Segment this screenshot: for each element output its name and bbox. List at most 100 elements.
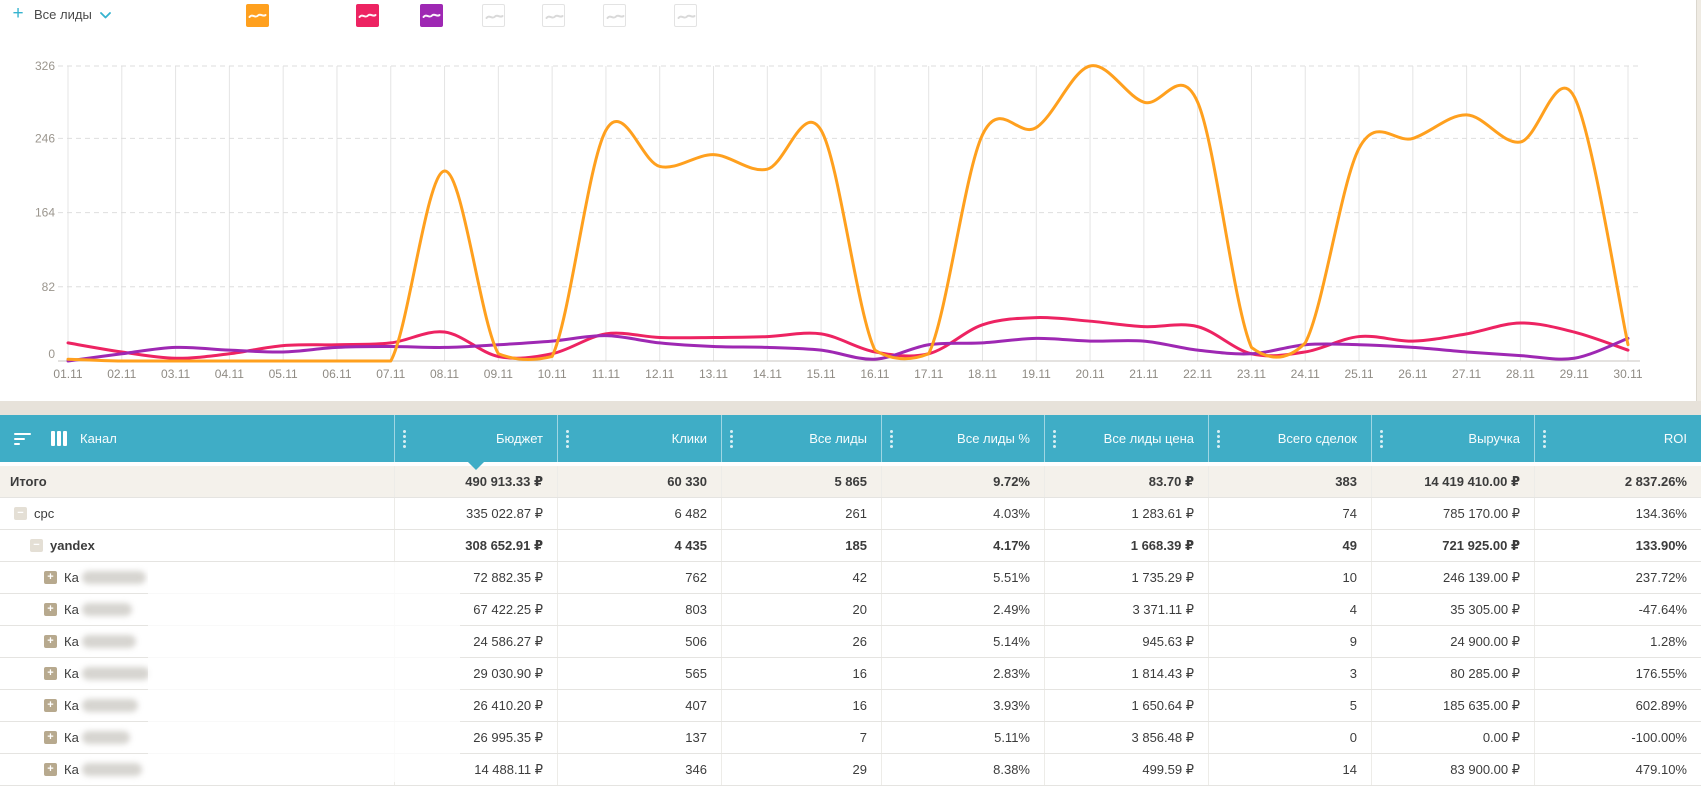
x-axis-label: 27.11 — [1452, 367, 1481, 381]
x-axis-label: 08.11 — [430, 367, 459, 381]
expand-row-icon[interactable]: + — [44, 731, 57, 744]
table-row[interactable]: +Ка67 422.25 ₽803202.49%3 371.11 ₽435 30… — [0, 594, 1701, 626]
table-header-row: Канал Бюджет Клики Все лидыВсе лиды %Все ли… — [0, 415, 1701, 462]
cell-budget: 308 652.91 ₽ — [394, 530, 557, 561]
series-toggle-4[interactable] — [482, 4, 505, 27]
column-menu-icon[interactable] — [403, 430, 406, 448]
row-label: Ка — [64, 730, 79, 745]
table-row[interactable]: −cpc335 022.87 ₽6 4822614.03%1 283.61 ₽7… — [0, 498, 1701, 530]
column-menu-icon[interactable] — [730, 430, 733, 448]
x-axis-label: 29.11 — [1560, 367, 1589, 381]
column-header-vse-lidy-pct[interactable]: Все лиды % — [881, 415, 1044, 462]
table-row[interactable]: +Ка24 586.27 ₽506265.14%945.63 ₽924 900.… — [0, 626, 1701, 658]
table-row[interactable]: +Ка72 882.35 ₽762425.51%1 735.29 ₽10246 … — [0, 562, 1701, 594]
table-row[interactable]: +Ка29 030.90 ₽565162.83%1 814.43 ₽380 28… — [0, 658, 1701, 690]
series-toggle-6[interactable] — [603, 4, 626, 27]
series-toggle-7[interactable] — [674, 4, 697, 27]
table-row[interactable]: +Ка26 995.35 ₽13775.11%3 856.48 ₽00.00 ₽… — [0, 722, 1701, 754]
cell-vse-lidy-cena: 1 735.29 ₽ — [1044, 562, 1208, 593]
table-row[interactable]: +Ка26 410.20 ₽407163.93%1 650.64 ₽5185 6… — [0, 690, 1701, 722]
table-row[interactable]: Итого490 913.33 ₽60 3305 8659.72%83.70 ₽… — [0, 466, 1701, 498]
x-axis-label: 11.11 — [592, 367, 621, 381]
cell-kliki: 60 330 — [557, 466, 721, 497]
column-header-label: Канал — [80, 431, 117, 446]
pink-series-line — [68, 317, 1628, 358]
chart-scroll-strip[interactable] — [1696, 0, 1701, 401]
row-label: Ка — [64, 570, 79, 585]
cell-vse-lidy: 7 — [721, 722, 881, 753]
collapse-row-icon[interactable]: − — [30, 539, 43, 552]
column-header-vse-lidy-cena[interactable]: Все лиды цена — [1044, 415, 1208, 462]
redacted-name — [82, 763, 142, 776]
channel-cell: −yandex — [0, 530, 394, 561]
cell-vyruchka: 185 635.00 ₽ — [1371, 690, 1534, 721]
cell-roi: 479.10% — [1534, 754, 1701, 785]
y-axis-label: 246 — [35, 131, 55, 145]
column-header-kliki[interactable]: Клики — [557, 415, 721, 462]
cell-roi: 2 837.26% — [1534, 466, 1701, 497]
channel-cell: +Ка — [0, 690, 394, 721]
x-axis-label: 13.11 — [699, 367, 728, 381]
x-axis-label: 20.11 — [1075, 367, 1104, 381]
row-label: yandex — [50, 538, 95, 553]
x-axis-label: 24.11 — [1291, 367, 1320, 381]
column-menu-icon[interactable] — [890, 430, 893, 448]
column-header-roi[interactable]: ROI — [1534, 415, 1701, 462]
column-menu-icon[interactable] — [1217, 430, 1220, 448]
cell-kliki: 762 — [557, 562, 721, 593]
expand-row-icon[interactable]: + — [44, 667, 57, 680]
expand-row-icon[interactable]: + — [44, 571, 57, 584]
column-header-label: Всего сделок — [1278, 431, 1357, 446]
expand-row-icon[interactable]: + — [44, 699, 57, 712]
purple-series-toggle[interactable] — [420, 4, 443, 27]
column-header-vsego-sdelok[interactable]: Всего сделок — [1208, 415, 1371, 462]
expand-row-icon[interactable]: + — [44, 603, 57, 616]
x-axis-label: 16.11 — [860, 367, 889, 381]
redacted-name — [82, 731, 130, 744]
expand-row-icon[interactable]: + — [44, 635, 57, 648]
column-menu-icon[interactable] — [1543, 430, 1546, 448]
expand-row-icon[interactable]: + — [44, 763, 57, 776]
channel-cell: −cpc — [0, 498, 394, 529]
cell-roi: 133.90% — [1534, 530, 1701, 561]
column-menu-icon[interactable] — [566, 430, 569, 448]
table-row[interactable]: +Ка14 488.11 ₽346298.38%499.59 ₽1483 900… — [0, 754, 1701, 786]
column-header-vse-lidy[interactable]: Все лиды — [721, 415, 881, 462]
cell-vsego-sdelok: 10 — [1208, 562, 1371, 593]
cell-roi: 134.36% — [1534, 498, 1701, 529]
cell-vse-lidy-pct: 2.49% — [881, 594, 1044, 625]
column-menu-icon[interactable] — [1380, 430, 1383, 448]
cell-vyruchka: 83 900.00 ₽ — [1371, 754, 1534, 785]
cell-vyruchka: 0.00 ₽ — [1371, 722, 1534, 753]
series-toggle-5[interactable] — [542, 4, 565, 27]
columns-icon[interactable] — [51, 431, 67, 446]
x-axis-label: 09.11 — [484, 367, 513, 381]
row-label: Ка — [64, 762, 79, 777]
pink-series-toggle[interactable] — [356, 4, 379, 27]
cell-kliki: 506 — [557, 626, 721, 657]
column-menu-icon[interactable] — [1053, 430, 1056, 448]
column-header-vyruchka[interactable]: Выручка — [1371, 415, 1534, 462]
column-header-label: Клики — [672, 431, 707, 446]
channel-cell: + Ка — [0, 754, 394, 785]
cell-vsego-sdelok: 0 — [1208, 722, 1371, 753]
cell-kliki: 346 — [557, 754, 721, 785]
cell-budget: 29 030.90 ₽ — [394, 658, 557, 689]
cell-vsego-sdelok: 3 — [1208, 658, 1371, 689]
cell-vyruchka: 35 305.00 ₽ — [1371, 594, 1534, 625]
section-divider — [0, 401, 1701, 415]
column-header-budget[interactable]: Бюджет — [394, 415, 557, 462]
chart-axis-labels: 01.1102.1103.1104.1105.1106.1107.1108.11… — [35, 59, 1643, 381]
cell-vse-lidy-pct: 4.17% — [881, 530, 1044, 561]
row-label: cpc — [34, 506, 54, 521]
table-row[interactable]: −yandex308 652.91 ₽4 4351854.17%1 668.39… — [0, 530, 1701, 562]
redacted-name — [82, 667, 150, 680]
x-axis-label: 10.11 — [538, 367, 567, 381]
filter-icon[interactable] — [14, 430, 31, 448]
chart-toolbar: + Все лиды — [0, 0, 1701, 30]
channel-cell: +Ка — [0, 594, 394, 625]
collapse-row-icon[interactable]: − — [14, 507, 27, 520]
orange-series-toggle[interactable] — [246, 4, 269, 27]
column-header-kanal[interactable]: Канал — [0, 415, 394, 462]
sort-indicator-icon — [468, 462, 484, 470]
